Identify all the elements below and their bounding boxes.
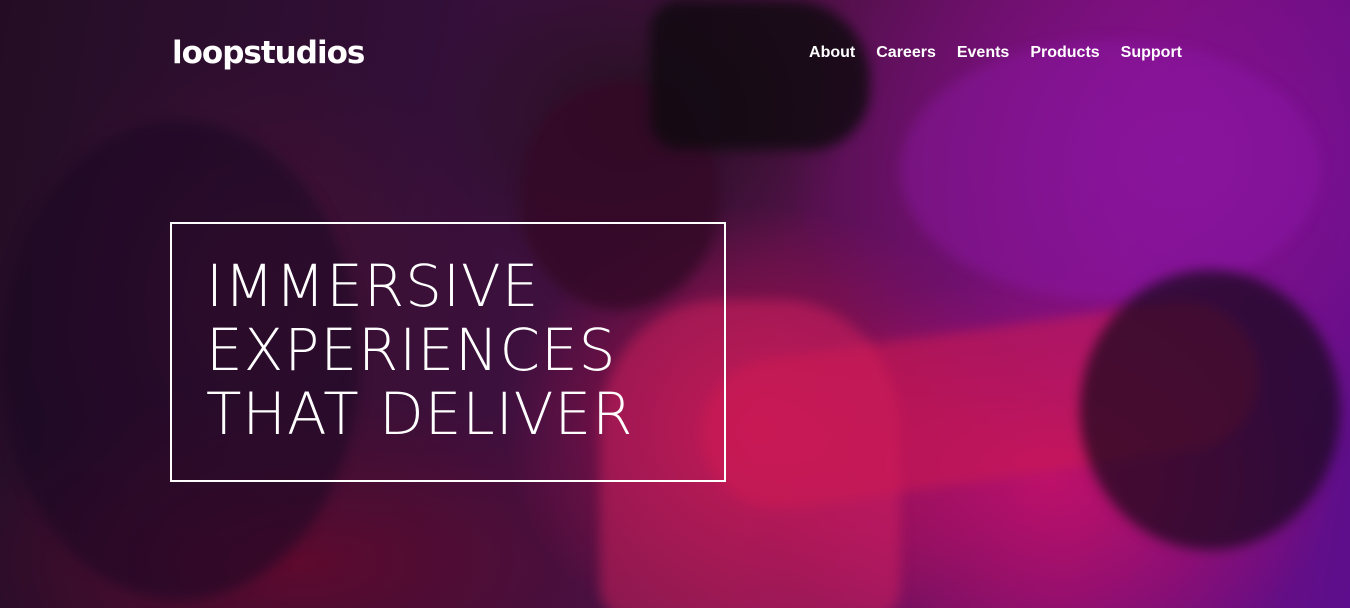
logo[interactable]: loopstudios (172, 35, 365, 71)
nav-link-events[interactable]: Events (957, 44, 1009, 62)
hero-section: loopstudios About Careers Events Product… (0, 0, 1350, 608)
hero-headline-line: THAT DELIVER (206, 380, 634, 448)
nav-link-careers[interactable]: Careers (876, 44, 936, 62)
main-nav: About Careers Events Products Support (809, 44, 1182, 62)
nav-link-support[interactable]: Support (1121, 44, 1182, 62)
hero-headline-line: IMMERSIVE (206, 252, 540, 320)
nav-link-about[interactable]: About (809, 44, 855, 62)
hero-headline-box: IMMERSIVE EXPERIENCES THAT DELIVER (170, 222, 726, 482)
hero-headline-line: EXPERIENCES (206, 316, 617, 384)
nav-link-products[interactable]: Products (1030, 44, 1099, 62)
site-header: loopstudios About Careers Events Product… (172, 30, 1182, 76)
